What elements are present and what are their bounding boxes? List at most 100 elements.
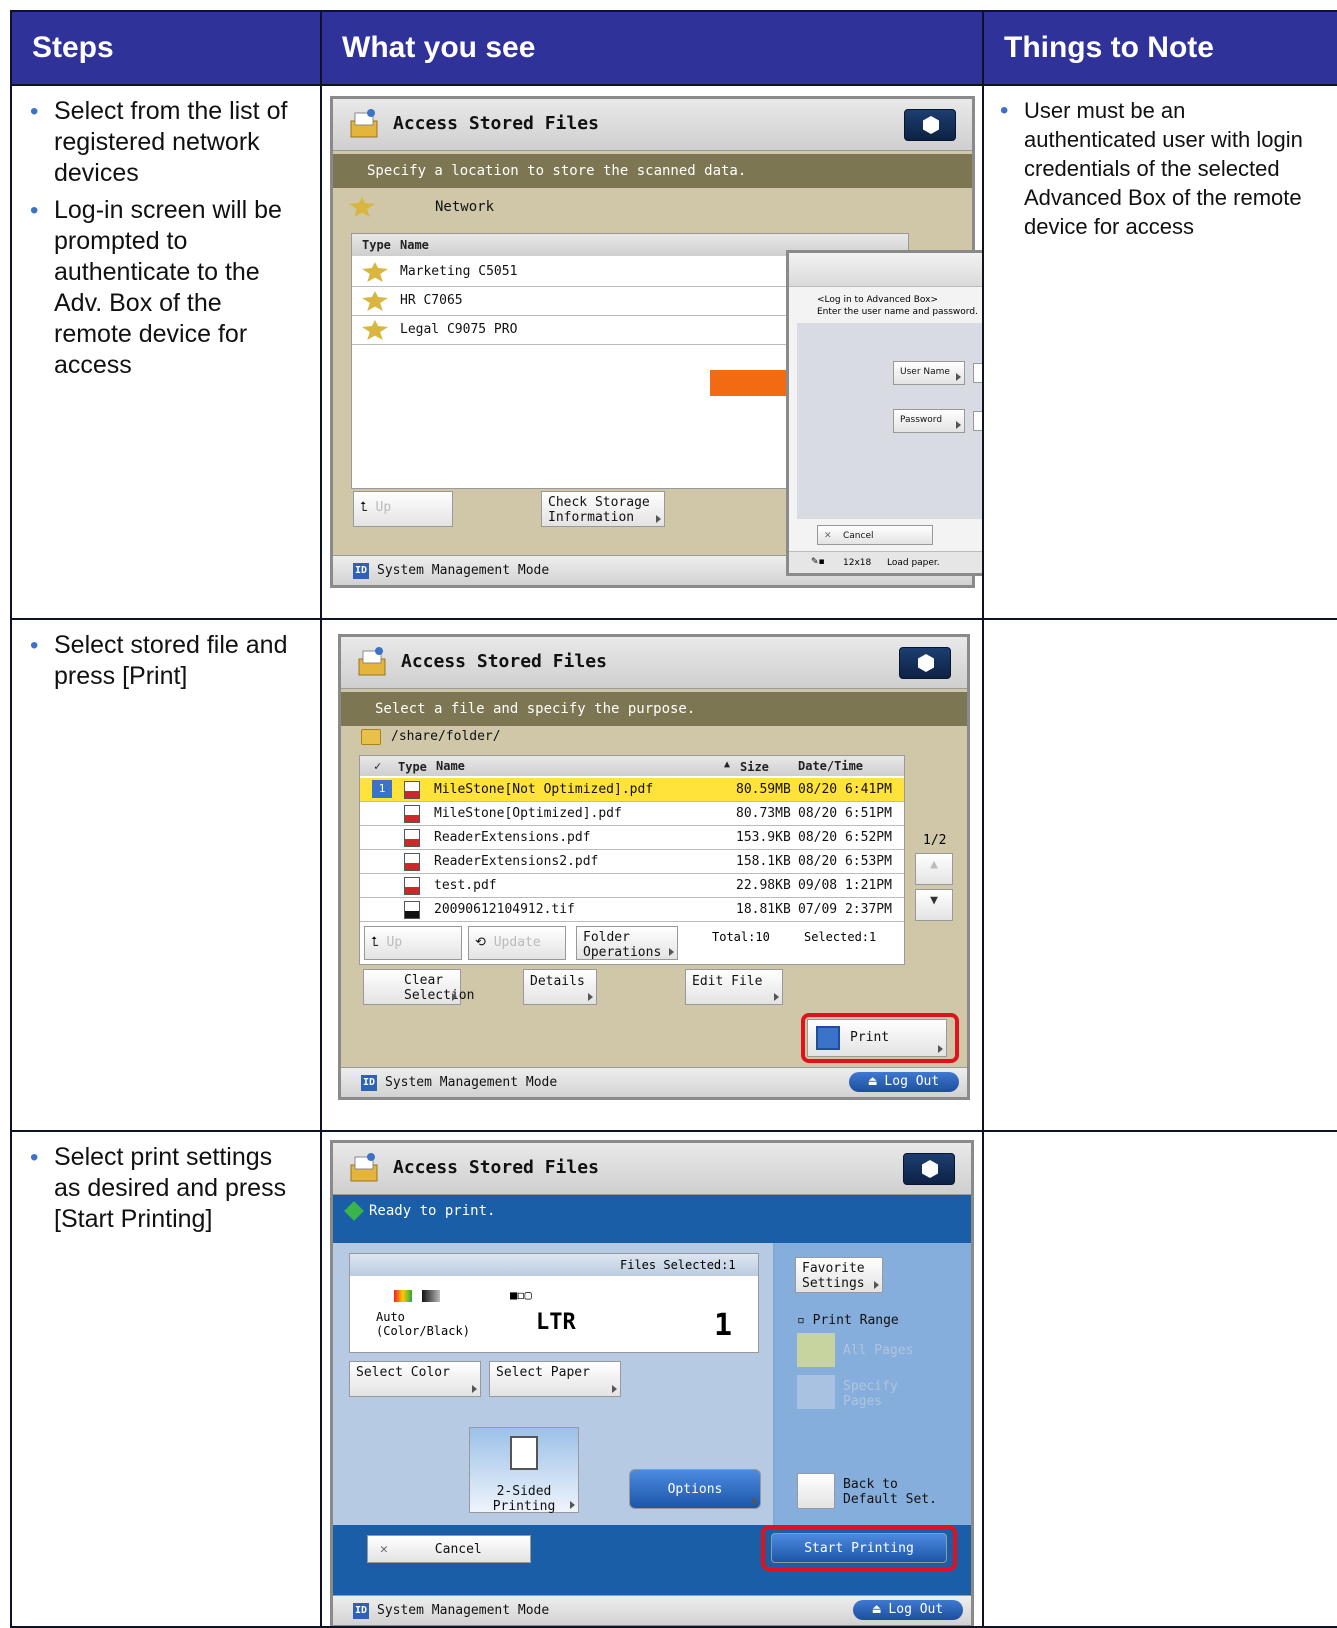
login-dialog: <Log in to Advanced Box> Enter the user … bbox=[786, 250, 981, 576]
steps-cell-2: Select stored file and press [Print] bbox=[10, 618, 322, 1132]
col-type: Type bbox=[398, 760, 427, 774]
back-to-default-button[interactable] bbox=[797, 1473, 835, 1509]
edit-file-button[interactable]: Edit File bbox=[685, 969, 783, 1005]
cancel-button[interactable]: ✕ Cancel bbox=[367, 1535, 531, 1563]
network-icon bbox=[349, 197, 375, 217]
footer-mode: System Management Mode bbox=[385, 1075, 558, 1090]
screenshot-cell-3: Access Stored Files Ready to print. File… bbox=[320, 1130, 984, 1628]
screen-title: Access Stored Files bbox=[401, 651, 607, 672]
pdf-icon bbox=[404, 805, 420, 823]
select-paper-button[interactable]: Select Paper bbox=[489, 1361, 621, 1397]
screen-header: Access Stored Files bbox=[341, 637, 967, 689]
ready-icon bbox=[344, 1201, 364, 1221]
login-title: <Log in to Advanced Box> bbox=[817, 295, 939, 305]
instruction-table: Steps What you see Things to Note Select… bbox=[10, 10, 1337, 1628]
cancel-button[interactable]: ✕ Cancel bbox=[817, 525, 933, 545]
screenshot-cell-2: Access Stored Files Select a file and sp… bbox=[320, 618, 984, 1132]
black-mode-icon bbox=[422, 1290, 440, 1302]
up-arrow-icon: ⮤ bbox=[360, 500, 368, 515]
page-indicator: 1/2 bbox=[923, 833, 947, 848]
footer-mode: System Management Mode bbox=[377, 1603, 550, 1618]
step-item: Select print settings as desired and pre… bbox=[30, 1142, 304, 1235]
status-monitor-button[interactable] bbox=[903, 1153, 955, 1185]
files-selected: Files Selected:1 bbox=[350, 1254, 758, 1276]
sort-up-icon: ▲ bbox=[724, 759, 731, 770]
log-out-button[interactable]: ⏏ Log Out bbox=[849, 1072, 959, 1092]
color-mode-icon bbox=[394, 1290, 412, 1302]
all-pages-toggle[interactable] bbox=[797, 1333, 835, 1367]
screen-message: Ready to print. bbox=[333, 1195, 971, 1243]
steps-cell-3: Select print settings as desired and pre… bbox=[10, 1130, 322, 1628]
screen-message: Specify a location to store the scanned … bbox=[333, 154, 972, 188]
notes-cell-1: User must be an authenticated user with … bbox=[982, 84, 1337, 620]
folder-operations-button[interactable]: Folder Operations bbox=[576, 926, 678, 960]
refresh-icon: ⟲ bbox=[475, 935, 486, 950]
steps-cell-1: Select from the list of registered netwo… bbox=[10, 84, 322, 620]
selection-number: 1 bbox=[372, 780, 392, 798]
pdf-icon bbox=[404, 877, 420, 895]
up-button[interactable]: ⮤ Up bbox=[364, 926, 462, 960]
clear-selection-button[interactable]: Clear Selection bbox=[363, 969, 474, 1005]
select-color-button[interactable]: Select Color bbox=[349, 1361, 481, 1397]
col-size: Size bbox=[740, 760, 769, 774]
screen-message: Select a file and specify the purpose. bbox=[341, 692, 967, 726]
up-button[interactable]: ⮤ Up bbox=[353, 491, 453, 527]
status-monitor-button[interactable] bbox=[899, 647, 951, 679]
note-item: User must be an authenticated user with … bbox=[1000, 96, 1321, 241]
scroll-up-button[interactable]: ▲ bbox=[915, 853, 953, 885]
two-sided-printing-button[interactable]: 2-Sided Printing bbox=[469, 1427, 579, 1514]
user-name-button[interactable]: User Name bbox=[893, 361, 965, 385]
details-button[interactable]: Details bbox=[523, 969, 597, 1005]
folder-icon bbox=[361, 729, 381, 745]
check-icon: ✓ bbox=[374, 759, 382, 773]
access-stored-files-file-screen: Access Stored Files Select a file and sp… bbox=[338, 634, 970, 1100]
tif-icon bbox=[404, 901, 420, 919]
pdf-icon bbox=[404, 829, 420, 847]
action-bar: ✕ Cancel Start Printing bbox=[333, 1525, 971, 1599]
specify-pages-toggle[interactable] bbox=[797, 1375, 835, 1409]
summary-panel: Files Selected:1 Auto (Color/Black) ■◻▢ … bbox=[349, 1253, 759, 1353]
table-row-selected[interactable]: 1 MileStone[Not Optimized].pdf 80.59MB 0… bbox=[360, 778, 904, 802]
step-item: Log-in screen will be prompted to authen… bbox=[30, 195, 304, 381]
favorite-settings-button[interactable]: Favorite Settings bbox=[795, 1257, 883, 1293]
password-field[interactable] bbox=[973, 411, 981, 431]
table-row[interactable]: ReaderExtensions.pdf 153.9KB 08/20 6:52PM bbox=[360, 826, 904, 850]
table-row[interactable]: 20090612104912.tif 18.81KB 07/09 2:37PM bbox=[360, 898, 904, 922]
highlight-print bbox=[801, 1013, 959, 1063]
pdf-icon bbox=[404, 781, 420, 799]
options-button[interactable]: Options bbox=[629, 1469, 761, 1509]
update-button[interactable]: ⟲ Update bbox=[468, 926, 566, 960]
two-sided-icon bbox=[510, 1436, 538, 1470]
col-type: Type bbox=[362, 238, 391, 252]
status-monitor-button[interactable] bbox=[904, 109, 956, 141]
highlight-start-printing bbox=[761, 1525, 957, 1571]
screenshot-cell-1: Access Stored Files Specify a location t… bbox=[320, 84, 984, 620]
table-row[interactable]: MileStone[Optimized].pdf 80.73MB 08/20 6:5… bbox=[360, 802, 904, 826]
paper-icon: ✎▪ bbox=[811, 557, 825, 567]
id-icon: ID bbox=[361, 1075, 377, 1091]
network-device-icon bbox=[362, 262, 388, 282]
network-device-icon bbox=[362, 291, 388, 311]
check-storage-button[interactable]: Check Storage Information bbox=[541, 491, 665, 527]
table-row[interactable]: test.pdf 22.98KB 09/08 1:21PM bbox=[360, 874, 904, 898]
back-to-default-label: Back to Default Set. bbox=[843, 1477, 937, 1507]
id-icon: ID bbox=[353, 1603, 369, 1619]
total-count: Total:10 bbox=[712, 930, 770, 944]
file-list: ✓ Type Name ▲ Size Date/Time 1 MileStone… bbox=[359, 755, 905, 965]
pdf-icon bbox=[404, 853, 420, 871]
password-button[interactable]: Password bbox=[893, 409, 965, 433]
header-things-to-note: Things to Note bbox=[982, 10, 1337, 86]
paper-tray-icon: ■◻▢ bbox=[510, 1288, 532, 1302]
log-out-button[interactable]: ⏏ Log Out bbox=[853, 1600, 963, 1620]
notes-cell-3 bbox=[982, 1130, 1337, 1628]
selected-count: Selected:1 bbox=[804, 930, 877, 944]
logout-icon: ⏏ bbox=[868, 1074, 877, 1089]
table-row[interactable]: ReaderExtensions2.pdf 158.1KB 08/20 6:53PM bbox=[360, 850, 904, 874]
screen-header: Access Stored Files bbox=[333, 99, 972, 151]
scroll-down-button[interactable]: ▼ bbox=[915, 889, 953, 921]
user-name-field[interactable] bbox=[973, 363, 981, 383]
paper-size: LTR bbox=[536, 1310, 576, 1335]
folder-path: /share/folder/ bbox=[391, 729, 501, 744]
up-arrow-icon: ⮤ bbox=[371, 935, 379, 950]
all-pages-label: All Pages bbox=[843, 1343, 914, 1358]
